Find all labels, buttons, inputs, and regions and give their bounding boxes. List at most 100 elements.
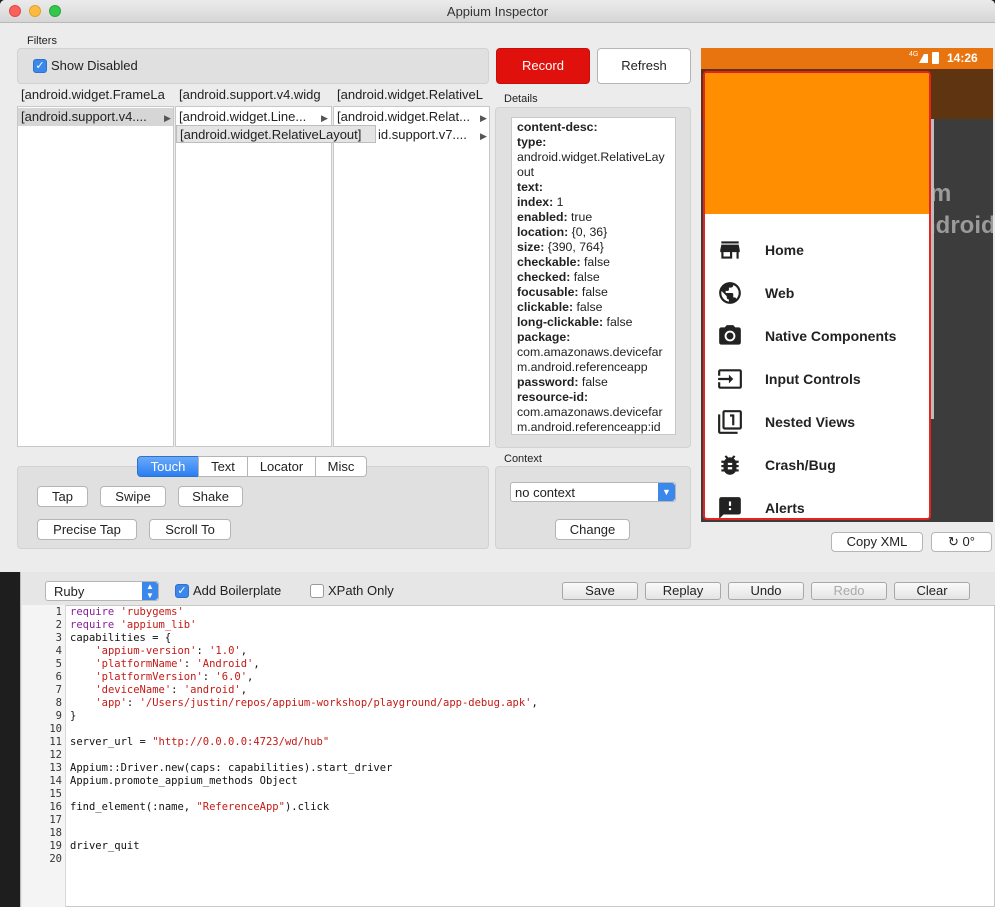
precise-tap-button[interactable]: Precise Tap <box>37 519 137 540</box>
filters-label: Filters <box>27 35 57 47</box>
shake-button[interactable]: Shake <box>178 486 243 507</box>
xpath-only-checkbox[interactable] <box>310 584 324 598</box>
code-line: 'appium-version': '1.0', <box>95 645 248 657</box>
detail-row: enabled: true <box>517 210 670 225</box>
nav-item-web[interactable]: Web <box>705 272 929 315</box>
tap-button[interactable]: Tap <box>37 486 88 507</box>
detail-row: long-clickable: false <box>517 315 670 330</box>
detail-key: content-desc: <box>517 120 598 134</box>
line-number: 9 <box>55 710 62 722</box>
change-context-button[interactable]: Change <box>555 519 630 540</box>
detail-key: focusable: <box>517 285 579 299</box>
context-select[interactable]: no context ▼ <box>510 482 676 502</box>
tree-column-1[interactable]: [android.support.v4.... ▶ <box>17 106 174 447</box>
tree-row[interactable]: [android.widget.Relat... <box>334 108 489 126</box>
line-number: 6 <box>55 671 62 683</box>
input-icon <box>718 369 742 389</box>
code-line: capabilities = { <box>70 632 172 644</box>
show-disabled-checkbox[interactable]: ✓ <box>33 59 47 73</box>
xpath-only-label: XPath Only <box>328 583 394 598</box>
language-select[interactable]: Ruby ▲ ▼ <box>45 581 159 601</box>
detail-value: false <box>580 255 610 269</box>
tree-row[interactable]: [android.widget.Line... <box>176 108 331 126</box>
detail-key: resource-id: <box>517 390 589 404</box>
details-label: Details <box>504 93 538 105</box>
tree-row[interactable]: [android.support.v4.... <box>18 108 173 126</box>
device-screenshot[interactable]: 4G 14:26 m ndroid Home Web Native Compon… <box>701 48 993 522</box>
detail-row: m.android.referenceapp <box>517 360 670 375</box>
detail-row: text: <box>517 180 670 195</box>
detail-row: password: false <box>517 375 670 390</box>
detail-value: com.amazonaws.devicefar <box>517 345 663 359</box>
nav-item-alerts[interactable]: Alerts <box>705 487 929 518</box>
context-select-value: no context <box>515 485 575 500</box>
tree-column-3[interactable]: [android.widget.Relat... ▶ id.support.v7… <box>333 106 490 447</box>
tab-text[interactable]: Text <box>198 456 248 477</box>
line-number: 3 <box>55 632 62 644</box>
clear-button[interactable]: Clear <box>894 582 970 600</box>
line-number: 18 <box>49 827 62 839</box>
nav-item-crash-bug[interactable]: Crash/Bug <box>705 444 929 487</box>
line-number: 11 <box>49 736 62 748</box>
drawer-header <box>705 73 929 214</box>
detail-value: false <box>573 300 603 314</box>
updown-chevron-icon: ▲ ▼ <box>142 582 158 600</box>
save-button[interactable]: Save <box>562 582 638 600</box>
undo-button[interactable]: Undo <box>728 582 804 600</box>
detail-key: type: <box>517 135 547 149</box>
tab-misc[interactable]: Misc <box>315 456 367 477</box>
detail-key: size: <box>517 240 545 254</box>
detail-row: checkable: false <box>517 255 670 270</box>
line-number: 1 <box>55 606 62 618</box>
line-number: 20 <box>49 853 62 865</box>
nav-item-nested-views[interactable]: Nested Views <box>705 401 929 444</box>
tree-column-2[interactable]: [android.widget.Line... ▶ <box>175 106 332 447</box>
expand-arrow-icon: ▶ <box>164 113 171 123</box>
record-button[interactable]: Record <box>496 48 590 84</box>
title-bar: Appium Inspector <box>0 0 995 23</box>
detail-value: false <box>603 315 633 329</box>
refresh-button[interactable]: Refresh <box>597 48 691 84</box>
detail-row: com.amazonaws.devicefar <box>517 345 670 360</box>
replay-button[interactable]: Replay <box>645 582 721 600</box>
bug-icon <box>721 455 739 475</box>
detail-key: long-clickable: <box>517 315 604 329</box>
rotate-icon: ↻ <box>948 534 959 549</box>
globe-icon <box>719 282 741 304</box>
nav-item-home[interactable]: Home <box>705 229 929 272</box>
line-number: 8 <box>55 697 62 709</box>
detail-key: clickable: <box>517 300 574 314</box>
rotate-device-button[interactable]: ↻ 0° <box>931 532 992 552</box>
nav-item-input-controls[interactable]: Input Controls <box>705 358 929 401</box>
nav-item-label: Web <box>765 285 795 301</box>
show-disabled-label: Show Disabled <box>51 58 138 73</box>
nav-item-native-components[interactable]: Native Components <box>705 315 929 358</box>
detail-value: m.android.referenceapp <box>517 360 648 374</box>
tab-touch[interactable]: Touch <box>137 456 199 477</box>
tab-locator[interactable]: Locator <box>247 456 316 477</box>
detail-value: 1 <box>553 195 564 209</box>
redo-button[interactable]: Redo <box>811 582 887 600</box>
filter-one-icon <box>718 410 742 434</box>
column-header-3: [android.widget.RelativeL <box>337 87 483 102</box>
alert-icon <box>719 497 741 518</box>
line-number: 4 <box>55 645 62 657</box>
detail-key: package: <box>517 330 571 344</box>
rotate-label: 0° <box>962 534 975 549</box>
chevron-down-icon: ▼ <box>658 483 675 501</box>
detail-key: enabled: <box>517 210 568 224</box>
swipe-button[interactable]: Swipe <box>100 486 166 507</box>
language-select-value: Ruby <box>54 584 85 599</box>
line-number: 12 <box>49 749 62 761</box>
nav-item-label: Input Controls <box>765 371 861 387</box>
tree-row-label: [android.widget.Relat... <box>337 109 470 124</box>
detail-key: checkable: <box>517 255 581 269</box>
context-label: Context <box>504 453 542 465</box>
navigation-drawer[interactable]: Home Web Native Components Input Control… <box>703 71 931 520</box>
expand-arrow-icon: ▶ <box>480 131 487 141</box>
copy-xml-button[interactable]: Copy XML <box>831 532 923 552</box>
code-line: 'platformName': 'Android', <box>95 658 260 670</box>
add-boilerplate-checkbox[interactable]: ✓ <box>175 584 189 598</box>
scroll-to-button[interactable]: Scroll To <box>149 519 231 540</box>
device-status-bar: 4G 14:26 <box>701 48 993 69</box>
